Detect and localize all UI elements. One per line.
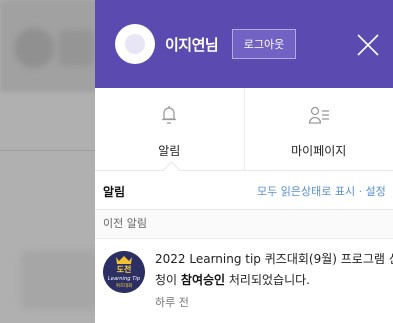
mark-all-read-link[interactable]: 모두 읽은상태로 표시 · 설정: [257, 183, 386, 199]
alert-bar: 알림 모두 읽은상태로 표시 · 설정: [95, 171, 393, 210]
user-list-icon: [308, 104, 330, 130]
notification-line-2-post: 처리되었습니다.: [225, 273, 310, 287]
notification-line-2-pre: 청이: [155, 273, 181, 287]
avatar-placeholder-icon: [125, 34, 145, 54]
tab-notifications-label: 알림: [158, 144, 181, 158]
notification-message: 2022 Learning tip 퀴즈대회(9월) 프로그램 신 청이 참여승…: [155, 249, 393, 291]
alert-section-title: 알림: [103, 185, 126, 199]
close-icon[interactable]: [353, 30, 383, 60]
notification-status-highlight: 참여승인: [180, 273, 226, 287]
previous-alerts-label: 이전 알림: [95, 210, 393, 239]
avatar: [115, 24, 155, 64]
thumb-subtitle: Learning Tip: [108, 276, 141, 282]
tab-notifications[interactable]: 알림: [95, 88, 244, 180]
tab-mypage[interactable]: 마이페이지: [243, 88, 393, 170]
notification-time: 하루 전: [155, 296, 189, 309]
logout-button[interactable]: 로그아웃: [232, 29, 296, 59]
user-name: 이지연님: [165, 36, 219, 54]
bell-icon: [159, 104, 179, 130]
panel-tabs: 알림 마이페이지: [95, 88, 393, 180]
thumb-caption: 퀴즈대회: [116, 282, 133, 289]
thumb-title: 도전: [117, 264, 132, 274]
notification-line-1: 2022 Learning tip 퀴즈대회(9월) 프로그램 신: [155, 252, 393, 266]
tab-mypage-label: 마이페이지: [291, 144, 347, 158]
panel-header: 이지연님 로그아웃: [95, 0, 393, 88]
notification-item[interactable]: 도전 Learning Tip 퀴즈대회 2022 Learning tip 퀴…: [95, 239, 393, 323]
side-panel: 이지연님 로그아웃 알림 마이페이지 알림 모두 읽은상태로 표시 · 설정 이…: [95, 0, 393, 323]
notification-thumbnail: 도전 Learning Tip 퀴즈대회: [103, 251, 145, 293]
